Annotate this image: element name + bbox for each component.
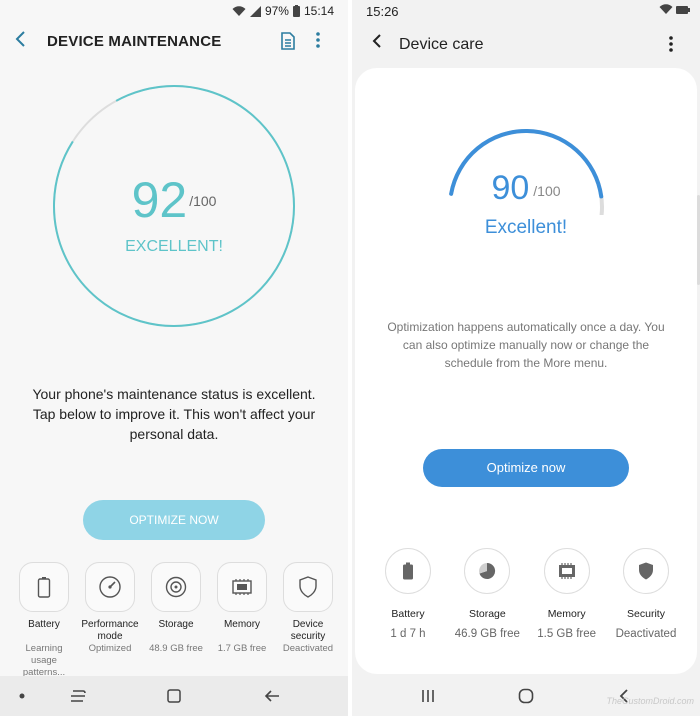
back-nav-button[interactable] [260, 684, 284, 708]
item-value: Deactivated [615, 628, 677, 640]
navigation-bar: TheCustomDroid.com [352, 676, 700, 716]
page-title: Device care [399, 36, 484, 53]
score-max: /100 [533, 183, 561, 199]
card-value: Learning usage patterns... [22, 643, 66, 678]
optimization-description: Optimization happens automatically once … [387, 320, 665, 370]
navigation-bar [0, 676, 348, 716]
card-label: Device security [290, 619, 326, 642]
recents-icon [71, 690, 86, 702]
score-max: /100 [189, 193, 217, 209]
more-vertical-icon [669, 36, 673, 52]
maintenance-cards: Battery Learning usage patterns... Perfo… [13, 562, 339, 679]
battery-icon [37, 577, 51, 598]
score-status: EXCELLENT! [125, 238, 223, 255]
chevron-left-icon [372, 34, 381, 48]
memory-chip-icon [232, 579, 252, 595]
pie-chart-icon [479, 562, 496, 579]
recents-button[interactable] [416, 684, 440, 708]
report-button[interactable] [280, 32, 296, 55]
home-button[interactable] [162, 684, 186, 708]
status-bar: 97% 15:14 [0, 0, 348, 22]
card-performance-mode[interactable]: Performance mode Optimized [79, 562, 141, 679]
card-storage[interactable]: Storage 48.9 GB free [145, 562, 207, 679]
speedometer-icon [99, 576, 121, 598]
home-button[interactable] [514, 684, 538, 708]
battery-icon [403, 562, 413, 580]
optimize-now-button[interactable]: OPTIMIZE NOW [83, 500, 265, 540]
item-security[interactable]: Security Deactivated [610, 548, 682, 640]
status-icons [659, 4, 690, 15]
card-memory[interactable]: Memory 1.7 GB free [211, 562, 273, 679]
more-vertical-icon [316, 32, 320, 48]
battery-percent: 97% [264, 4, 289, 18]
item-label: Storage [468, 608, 506, 620]
battery-status-icon [292, 5, 300, 17]
status-description: Your phone's maintenance status is excel… [32, 386, 316, 442]
more-options-button[interactable] [315, 31, 321, 52]
item-value: 1 d 7 h [390, 628, 426, 640]
card-value: Optimized [88, 643, 132, 654]
more-options-button[interactable] [668, 35, 674, 56]
item-battery[interactable]: Battery 1 d 7 h [372, 548, 444, 640]
device-care-items: Battery 1 d 7 h Storage 46.9 GB free Mem… [372, 548, 682, 640]
shield-icon [299, 576, 317, 598]
item-label: Security [627, 608, 665, 620]
recents-button[interactable] [66, 684, 90, 708]
shield-icon [638, 562, 653, 580]
memory-chip-icon [558, 563, 575, 579]
card-value: Deactivated [282, 643, 334, 654]
app-bar: DEVICE MAINTENANCE [0, 22, 348, 62]
page-title: DEVICE MAINTENANCE [47, 33, 222, 50]
status-time: 15:14 [303, 4, 334, 18]
arrow-left-icon [264, 690, 279, 702]
item-storage[interactable]: Storage 46.9 GB free [451, 548, 523, 640]
item-label: Memory [547, 608, 586, 620]
dot-icon [19, 693, 25, 699]
nav-dot-button[interactable] [10, 684, 34, 708]
document-icon [281, 32, 295, 50]
battery-status-icon [676, 5, 690, 14]
item-value: 46.9 GB free [454, 628, 520, 640]
signal-icon [249, 5, 261, 17]
left-screen: 97% 15:14 DEVICE MAINTENANCE 92/100 EXCE [0, 0, 348, 716]
optimize-now-button[interactable]: Optimize now [423, 449, 629, 487]
item-value: 1.5 GB free [537, 628, 597, 640]
score-display: 92/100 [0, 175, 348, 225]
score-value: 92 [131, 172, 188, 228]
watermark: TheCustomDroid.com [606, 696, 694, 706]
card-value: 1.7 GB free [217, 643, 267, 654]
wifi-icon [659, 4, 673, 14]
score-status: Excellent! [484, 217, 568, 238]
home-circle-icon [518, 688, 534, 704]
back-button[interactable] [372, 33, 382, 53]
card-device-security[interactable]: Device security Deactivated [277, 562, 339, 679]
chevron-left-icon [15, 31, 25, 47]
right-screen: 15:26 Device care 90/100 Excellent! Opti… [352, 0, 700, 716]
card-battery[interactable]: Battery Learning usage patterns... [13, 562, 75, 679]
recents-icon [422, 690, 434, 702]
status-time: 15:26 [366, 4, 399, 19]
wifi-icon [232, 5, 246, 16]
item-label: Battery [391, 608, 425, 620]
score-value: 90 [491, 169, 530, 207]
card-label: Storage [158, 619, 194, 630]
item-memory[interactable]: Memory 1.5 GB free [531, 548, 603, 640]
card-label: Battery [28, 619, 60, 630]
storage-icon [165, 576, 187, 598]
card-label: Performance mode [81, 619, 139, 642]
score-display: 90/100 [352, 170, 700, 206]
home-square-icon [167, 689, 181, 703]
card-label: Memory [223, 619, 261, 630]
card-value: 48.9 GB free [149, 643, 203, 654]
back-button[interactable] [14, 30, 26, 52]
